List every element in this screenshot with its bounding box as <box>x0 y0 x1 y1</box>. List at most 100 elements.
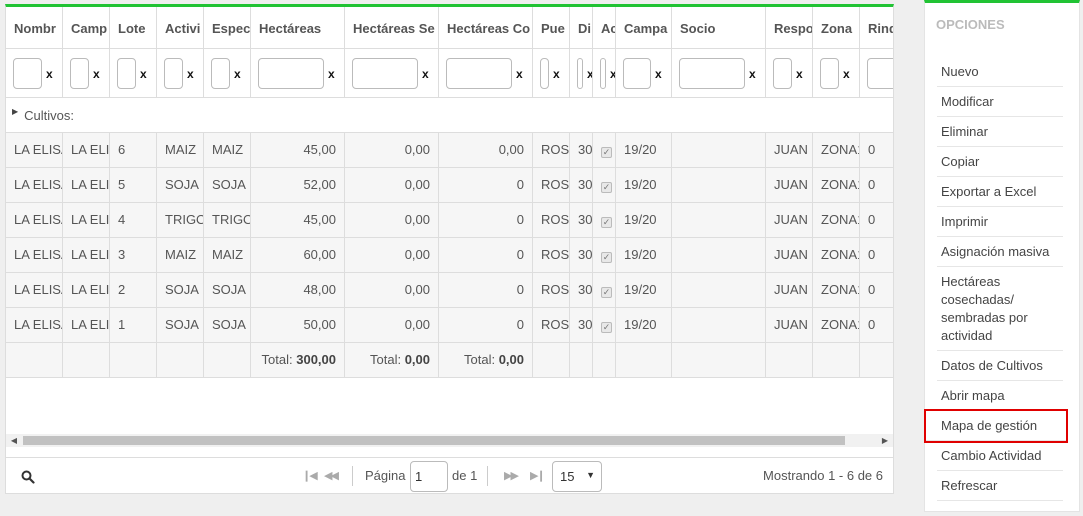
clear-filter-icon[interactable]: x <box>749 67 756 81</box>
clear-filter-icon[interactable]: x <box>46 67 53 81</box>
column-header[interactable]: Hectáreas Co <box>439 7 533 49</box>
clear-filter-icon[interactable]: x <box>93 67 100 81</box>
table-cell-checkbox: ✓ <box>593 203 616 238</box>
column-header[interactable]: Activi <box>157 7 204 49</box>
options-title: OPCIONES <box>936 17 1005 32</box>
table-cell: LA ELISA <box>6 308 63 343</box>
filter-input[interactable] <box>577 58 583 89</box>
scrollbar-thumb[interactable] <box>23 436 845 445</box>
first-page-icon[interactable]: ❙◀ <box>302 469 318 482</box>
scroll-left-icon[interactable]: ◀ <box>6 434 22 447</box>
clear-filter-icon[interactable]: x <box>553 67 560 81</box>
table-row[interactable]: LA ELISALA ELISA3MAIZMAIZ60,000,000ROSAR… <box>6 238 893 273</box>
group-row[interactable]: ▶ Cultivos: <box>6 98 893 133</box>
option-mapa-de-gestion[interactable]: Mapa de gestión <box>924 409 1068 443</box>
clear-filter-icon[interactable]: x <box>140 67 147 81</box>
filter-input[interactable] <box>258 58 324 89</box>
column-header[interactable]: Hectáreas <box>251 7 345 49</box>
option-imprimir[interactable]: Imprimir <box>937 207 1063 237</box>
option-copiar[interactable]: Copiar <box>937 147 1063 177</box>
table-cell: 19/20 <box>616 168 672 203</box>
table-row[interactable]: LA ELISALA ELISA2SOJASOJA48,000,000ROSAR… <box>6 273 893 308</box>
filter-input[interactable] <box>13 58 42 89</box>
filter-cell: x <box>766 49 813 98</box>
column-header[interactable]: Rind <box>860 7 893 49</box>
filter-input[interactable] <box>540 58 549 89</box>
table-row[interactable]: LA ELISALA ELISA1SOJASOJA50,000,000ROSAR… <box>6 308 893 343</box>
clear-filter-icon[interactable]: x <box>422 67 429 81</box>
filter-input[interactable] <box>600 58 606 89</box>
clear-filter-icon[interactable]: x <box>655 67 662 81</box>
table-cell: JUAN CARLOS <box>766 203 813 238</box>
total-cell: Total: 0,00 <box>439 343 533 378</box>
table-cell: 30 <box>570 273 593 308</box>
option-exportar-a-excel[interactable]: Exportar a Excel <box>937 177 1063 207</box>
column-header[interactable]: Socio <box>672 7 766 49</box>
option-cambio-actividad[interactable]: Cambio Actividad <box>937 441 1063 471</box>
filter-input[interactable] <box>164 58 183 89</box>
clear-filter-icon[interactable]: x <box>328 67 335 81</box>
clear-filter-icon[interactable]: x <box>187 67 194 81</box>
next-page-icon[interactable]: ▶▶ <box>504 469 519 482</box>
filter-input[interactable] <box>773 58 792 89</box>
total-value: 0,00 <box>404 352 430 367</box>
option-datos-de-cultivos[interactable]: Datos de Cultivos <box>937 351 1063 381</box>
clear-filter-icon[interactable]: x <box>516 67 523 81</box>
filter-input[interactable] <box>820 58 839 89</box>
column-header[interactable]: Camp <box>63 7 110 49</box>
table-row[interactable]: LA ELISALA ELISA5SOJASOJA52,000,000ROSAR… <box>6 168 893 203</box>
table-row[interactable]: LA ELISALA ELISA4TRIGOTRIGO45,000,000ROS… <box>6 203 893 238</box>
option-nuevo[interactable]: Nuevo <box>937 57 1063 87</box>
table-cell: LA ELISA <box>6 203 63 238</box>
column-header[interactable]: Di <box>570 7 593 49</box>
column-header[interactable]: Lote <box>110 7 157 49</box>
data-rows: LA ELISALA ELISA6MAIZMAIZ45,000,000,00RO… <box>6 133 893 343</box>
option-abrir-mapa[interactable]: Abrir mapa <box>937 381 1063 411</box>
table-cell: 19/20 <box>616 203 672 238</box>
column-header[interactable]: Hectáreas Se <box>345 7 439 49</box>
horizontal-scrollbar[interactable]: ◀ ▶ <box>6 434 893 447</box>
column-header[interactable]: Espec <box>204 7 251 49</box>
prev-page-icon[interactable]: ◀◀ <box>324 469 339 482</box>
search-icon[interactable] <box>21 470 35 484</box>
filter-input[interactable] <box>352 58 418 89</box>
clear-filter-icon[interactable]: x <box>234 67 241 81</box>
option-modificar[interactable]: Modificar <box>937 87 1063 117</box>
filter-input[interactable] <box>211 58 230 89</box>
filter-input[interactable] <box>679 58 745 89</box>
table-cell: 4 <box>110 203 157 238</box>
column-header[interactable]: Campa <box>616 7 672 49</box>
page-size-select[interactable]: 15 ▼ <box>552 461 602 492</box>
option-asignacion-masiva[interactable]: Asignación masiva <box>937 237 1063 267</box>
total-cell: Total: 300,00 <box>251 343 345 378</box>
filter-input[interactable] <box>446 58 512 89</box>
column-header[interactable]: Ac <box>593 7 616 49</box>
checkbox-checked-icon: ✓ <box>601 287 612 298</box>
clear-filter-icon[interactable]: x <box>843 67 850 81</box>
column-header[interactable]: Respo <box>766 7 813 49</box>
checkbox-checked-icon: ✓ <box>601 182 612 193</box>
clear-filter-icon[interactable]: x <box>796 67 803 81</box>
table-cell: SOJA <box>204 273 251 308</box>
table-cell: SOJA <box>204 168 251 203</box>
filter-input[interactable] <box>117 58 136 89</box>
option-refrescar[interactable]: Refrescar <box>937 471 1063 501</box>
scroll-right-icon[interactable]: ▶ <box>877 434 893 447</box>
column-header[interactable]: Pue <box>533 7 570 49</box>
expand-triangle-icon[interactable]: ▶ <box>12 107 18 116</box>
page-number-input[interactable]: 1 <box>410 461 448 492</box>
table-cell: JUAN CARLOS <box>766 308 813 343</box>
totals-row: Total: 300,00 Total: 0,00 Total: 0,00 <box>6 343 893 378</box>
grid: Nombr Camp Lote Activi Espec Hectáreas Hectáre… <box>6 7 893 378</box>
option-eliminar[interactable]: Eliminar <box>937 117 1063 147</box>
total-label: Total: <box>464 352 499 367</box>
table-row[interactable]: LA ELISALA ELISA6MAIZMAIZ45,000,000,00RO… <box>6 133 893 168</box>
option-hectareas-cosechadas-sembradas-por-actividad[interactable]: Hectáreas cosechadas/ sembradas por acti… <box>937 267 1063 351</box>
table-cell: LA ELISA <box>63 133 110 168</box>
column-header[interactable]: Zona <box>813 7 860 49</box>
last-page-icon[interactable]: ▶❙ <box>530 469 546 482</box>
filter-input[interactable] <box>623 58 651 89</box>
filter-input[interactable] <box>70 58 89 89</box>
filter-input[interactable] <box>867 58 893 89</box>
column-header[interactable]: Nombr <box>6 7 63 49</box>
